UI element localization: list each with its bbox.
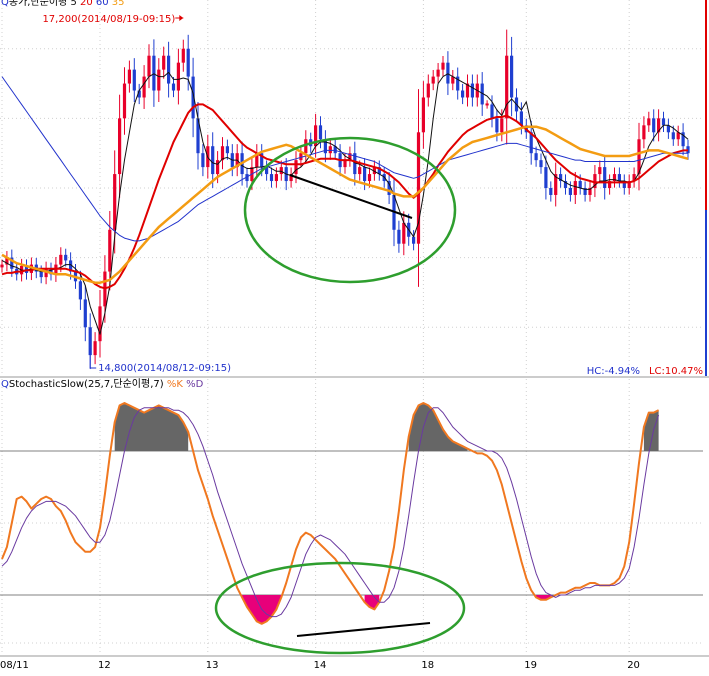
candle-body bbox=[0, 264, 4, 268]
candle-body bbox=[39, 271, 43, 278]
stoch-legend: QStochasticSlow(25,7,단순이평,7) %K %D bbox=[1, 378, 204, 390]
candle-body bbox=[544, 167, 548, 188]
candle-body bbox=[510, 55, 514, 98]
candle-body bbox=[495, 118, 499, 133]
candle-body bbox=[59, 254, 63, 265]
lc-label: LC:10.47% bbox=[649, 366, 703, 377]
candle-body bbox=[505, 55, 509, 119]
candle-body bbox=[269, 174, 274, 182]
price-legend-part: 종가,단순이평 bbox=[9, 0, 71, 8]
candle-body bbox=[64, 254, 68, 261]
candle-body bbox=[152, 55, 156, 91]
candle-body bbox=[578, 181, 582, 188]
x-tick-label: 12 bbox=[98, 660, 111, 671]
candle-body bbox=[402, 222, 406, 244]
candle-body bbox=[573, 181, 577, 195]
candle-body bbox=[201, 153, 205, 168]
candle-body bbox=[426, 83, 430, 98]
chart-canvas: Q종가,단순이평 5 20 60 35 QStochasticSlow(25,7… bbox=[0, 0, 709, 672]
candle-body bbox=[157, 69, 161, 91]
candle-body bbox=[490, 104, 494, 119]
candle-body bbox=[652, 118, 656, 133]
x-tick-label: 18 bbox=[421, 660, 434, 671]
candle-body bbox=[485, 103, 489, 106]
candle-body bbox=[113, 174, 117, 230]
candle-body bbox=[122, 83, 127, 119]
candle-body bbox=[225, 146, 229, 154]
candle-body bbox=[83, 299, 87, 328]
candle-body bbox=[98, 306, 102, 342]
candle-body bbox=[343, 160, 347, 168]
candle-body bbox=[500, 118, 504, 133]
candle-body bbox=[171, 83, 176, 91]
low-price-label: 14,800(2014/08/12-09:15) bbox=[98, 363, 231, 374]
candle-body bbox=[539, 160, 543, 168]
candle-body bbox=[211, 146, 215, 175]
candle-body bbox=[147, 55, 151, 77]
candle-body bbox=[304, 139, 308, 154]
candle-body bbox=[431, 76, 435, 84]
price-legend-part: 20 bbox=[80, 0, 96, 8]
hc-label: HC:-4.94% bbox=[587, 366, 640, 377]
candle-body bbox=[167, 55, 171, 84]
candle-body bbox=[661, 118, 666, 126]
price-legend: Q종가,단순이평 5 20 60 35 bbox=[1, 0, 125, 8]
stoch-legend-part: StochasticSlow(25,7,단순이평,7) bbox=[9, 378, 167, 390]
candle-body bbox=[176, 62, 180, 91]
candle-body bbox=[162, 55, 166, 70]
price-legend-part: 35 bbox=[112, 0, 125, 8]
candle-body bbox=[436, 69, 440, 77]
candle-body bbox=[617, 174, 621, 182]
chart-root: Q종가,단순이평 5 20 60 35 QStochasticSlow(25,7… bbox=[0, 0, 709, 672]
x-tick-label: 13 bbox=[206, 660, 219, 671]
candle-body bbox=[142, 76, 146, 98]
candle-body bbox=[568, 188, 572, 195]
candle-body bbox=[421, 97, 425, 133]
candle-body bbox=[671, 132, 675, 140]
candle-body bbox=[358, 167, 362, 175]
x-tick-label: 14 bbox=[314, 660, 327, 671]
price-legend-part: 60 bbox=[96, 0, 112, 8]
candle-body bbox=[186, 48, 190, 77]
stoch-legend-part: %D bbox=[186, 379, 204, 390]
candle-body bbox=[446, 62, 450, 84]
candle-body bbox=[397, 229, 401, 244]
candle-body bbox=[127, 69, 131, 84]
candle-body bbox=[647, 118, 651, 126]
candle-body bbox=[328, 146, 332, 154]
x-tick-label: 20 bbox=[627, 660, 640, 671]
x-tick-label: 08/11 bbox=[0, 660, 29, 671]
x-tick-label: 19 bbox=[524, 660, 537, 671]
candle-body bbox=[603, 167, 607, 188]
candle-body bbox=[412, 236, 416, 244]
stoch-legend-part: %K bbox=[167, 379, 186, 390]
candle-body bbox=[534, 153, 538, 161]
candle-body bbox=[294, 160, 298, 175]
candle-body bbox=[318, 125, 323, 140]
candle-body bbox=[461, 90, 465, 98]
candle-body bbox=[598, 167, 602, 175]
candle-body bbox=[279, 167, 283, 175]
candle-body bbox=[132, 69, 136, 91]
candle-body bbox=[274, 174, 278, 182]
candle-body bbox=[470, 83, 474, 98]
price-legend-part: Q bbox=[1, 0, 9, 8]
candle-body bbox=[367, 174, 372, 182]
candle-body bbox=[118, 118, 122, 175]
high-price-label: 17,200(2014/08/19-09:15) bbox=[42, 14, 175, 25]
candle-body bbox=[216, 160, 220, 175]
candle-body bbox=[549, 188, 553, 195]
candle-body bbox=[441, 62, 445, 70]
candle-body bbox=[363, 167, 367, 182]
candle-body bbox=[181, 48, 185, 63]
candle-body bbox=[108, 229, 112, 272]
stoch-legend-part: Q bbox=[1, 379, 9, 390]
candle-body bbox=[78, 281, 82, 300]
candle-body bbox=[642, 125, 646, 140]
price-legend-part: 5 bbox=[70, 0, 80, 8]
candle-body bbox=[93, 341, 97, 356]
